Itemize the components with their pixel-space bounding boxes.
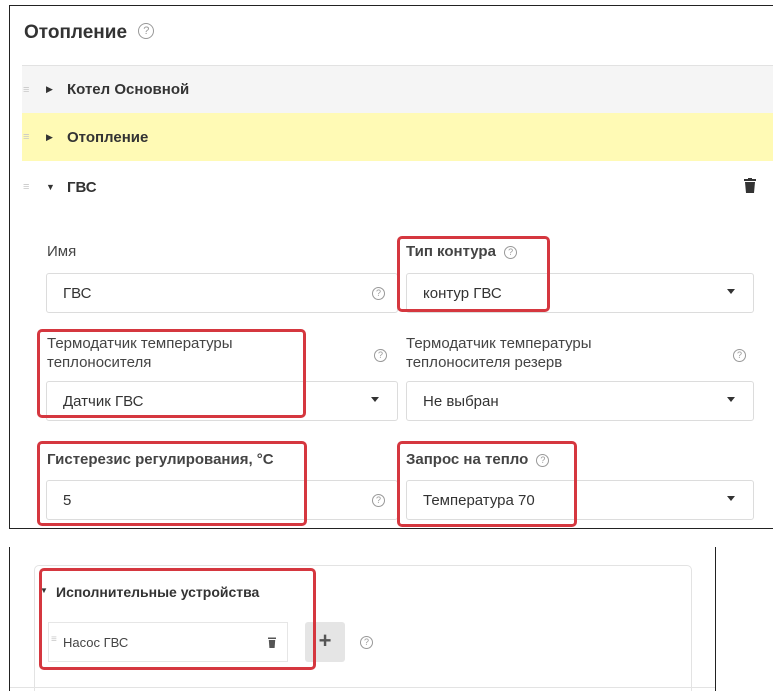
chevron-down-icon: [727, 289, 735, 294]
help-icon[interactable]: ?: [372, 494, 385, 507]
highlight-frame: [39, 568, 316, 670]
chevron-down-icon: [727, 496, 735, 501]
circuit-label: ГВС: [67, 178, 97, 196]
sensor-reserve-value: Не выбран: [423, 392, 499, 410]
circuit-label: Котел Основной: [67, 81, 190, 98]
actuators-panel: ▼ Исполнительные устройства ≡ Насос ГВС …: [9, 547, 716, 691]
help-icon[interactable]: ?: [374, 349, 387, 362]
expand-triangle-icon[interactable]: ▶: [46, 132, 53, 143]
name-label: Имя: [47, 243, 77, 260]
circuit-row-hot-water[interactable]: ≡ ▼ ГВС: [22, 163, 773, 211]
page-title: Отопление ?: [24, 22, 155, 44]
circuit-row-boiler[interactable]: ≡ ▶ Котел Основной: [22, 65, 773, 113]
sensor-reserve-label: Термодатчик температуры теплоносителя ре…: [406, 335, 592, 371]
heating-panel: Отопление ? ≡ ▶ Котел Основной ≡ ▶ Отопл…: [9, 5, 773, 529]
highlight-frame: [37, 441, 307, 526]
help-icon[interactable]: ?: [138, 22, 155, 39]
help-icon[interactable]: ?: [360, 636, 373, 649]
name-value: ГВС: [63, 284, 92, 302]
help-icon[interactable]: ?: [372, 287, 385, 300]
name-input[interactable]: ГВС ?: [46, 273, 398, 313]
collapse-triangle-icon[interactable]: ▼: [46, 182, 55, 192]
drag-handle-icon[interactable]: ≡: [23, 84, 29, 96]
trash-icon[interactable]: [744, 178, 756, 193]
help-icon[interactable]: ?: [733, 349, 746, 362]
circuit-row-heating[interactable]: ≡ ▶ Отопление: [22, 113, 773, 161]
highlight-frame: [397, 236, 550, 312]
sensor-reserve-select[interactable]: Не выбран: [406, 381, 754, 421]
circuit-label: Отопление: [67, 128, 149, 146]
expand-triangle-icon[interactable]: ▶: [46, 84, 53, 95]
chevron-down-icon: [727, 397, 735, 402]
highlight-frame: [397, 441, 577, 527]
highlight-frame: [37, 329, 306, 418]
drag-handle-icon[interactable]: ≡: [23, 181, 29, 193]
chevron-down-icon: [371, 397, 379, 402]
divider: [10, 687, 715, 688]
page-title-text: Отопление: [24, 22, 128, 43]
drag-handle-icon[interactable]: ≡: [23, 131, 29, 143]
